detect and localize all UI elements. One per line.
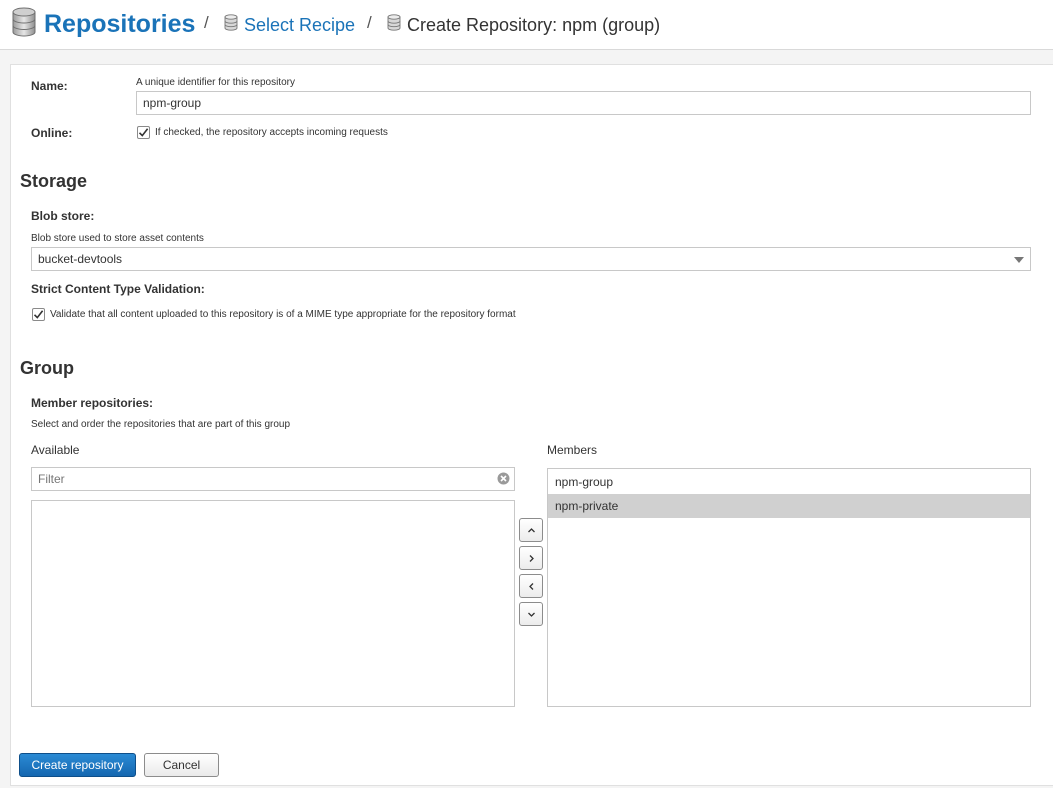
chevron-up-icon — [527, 527, 535, 532]
breadcrumb-root-label[interactable]: Repositories — [44, 10, 195, 39]
strict-content-row: Validate that all content uploaded to th… — [32, 308, 516, 321]
online-label: Online: — [31, 126, 73, 140]
checkmark-icon — [138, 128, 149, 137]
available-title: Available — [31, 443, 80, 457]
members-title: Members — [547, 443, 598, 457]
breadcrumb-recipe-label[interactable]: Select Recipe — [244, 15, 355, 36]
name-field[interactable]: npm-group — [136, 91, 1031, 115]
strict-content-checkbox[interactable] — [32, 308, 45, 321]
move-up-button[interactable] — [519, 518, 543, 542]
chevron-down-icon — [527, 612, 535, 617]
blob-store-help: Blob store used to store asset contents — [31, 233, 204, 244]
online-checkbox[interactable] — [137, 126, 150, 139]
remove-member-button[interactable] — [519, 574, 543, 598]
database-icon — [12, 7, 36, 42]
checkmark-icon — [33, 310, 44, 319]
database-icon — [224, 14, 238, 36]
strict-content-help: Validate that all content uploaded to th… — [50, 309, 516, 320]
member-repositories-label: Member repositories: — [31, 396, 154, 410]
online-row: If checked, the repository accepts incom… — [137, 126, 388, 139]
group-section-title: Group — [20, 358, 74, 378]
create-repository-button[interactable]: Create repository — [19, 753, 136, 777]
cancel-button[interactable]: Cancel — [144, 753, 219, 777]
breadcrumb-select-recipe[interactable]: Select Recipe — [224, 14, 355, 36]
blob-store-select[interactable]: bucket-devtools — [31, 247, 1031, 271]
member-item[interactable]: npm-group — [548, 470, 1030, 494]
move-down-button[interactable] — [519, 602, 543, 626]
blob-store-value: bucket-devtools — [38, 252, 123, 266]
breadcrumb-separator: / — [204, 13, 209, 32]
clear-filter-icon[interactable] — [497, 472, 510, 490]
breadcrumb-repositories[interactable]: Repositories — [12, 7, 195, 42]
name-label: Name: — [31, 79, 68, 93]
available-list[interactable] — [31, 500, 515, 707]
name-help: A unique identifier for this repository — [136, 77, 295, 88]
filter-input[interactable] — [31, 467, 515, 491]
page-title: Create Repository: npm (group) — [407, 14, 661, 35]
filter-field-wrapper — [31, 467, 515, 491]
member-item-selected[interactable]: npm-private — [548, 494, 1030, 518]
strict-content-label: Strict Content Type Validation: — [31, 282, 205, 296]
add-member-button[interactable] — [519, 546, 543, 570]
database-icon — [387, 14, 401, 36]
chevron-right-icon — [529, 554, 534, 562]
header-bar: Repositories / Select Recipe / Create Re… — [0, 0, 1053, 50]
caret-down-icon — [1014, 257, 1024, 263]
blob-store-label: Blob store: — [31, 209, 95, 223]
breadcrumb-separator: / — [367, 13, 372, 32]
storage-section-title: Storage — [20, 171, 88, 191]
breadcrumb-current: Create Repository: npm (group) — [387, 14, 660, 36]
online-help: If checked, the repository accepts incom… — [155, 127, 388, 138]
chevron-left-icon — [528, 582, 533, 590]
members-list[interactable]: npm-group npm-private — [547, 468, 1031, 707]
member-repositories-help: Select and order the repositories that a… — [31, 419, 291, 430]
repository-form-panel: Name: A unique identifier for this repos… — [10, 64, 1053, 786]
